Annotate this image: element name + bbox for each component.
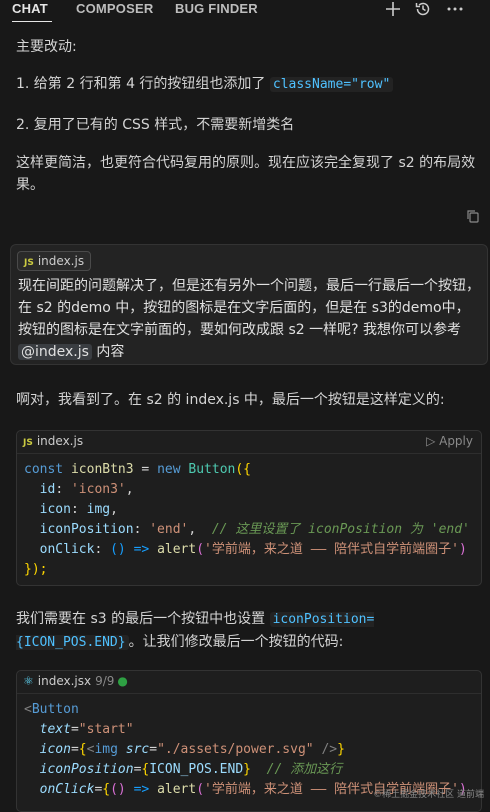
tab-chat[interactable]: CHAT [12,1,48,16]
js-file-icon: JS [24,258,34,268]
reply-paragraph: 啊对，我看到了。在 s2 的 index.js 中，最后一个按钮是这样定义的: [16,392,445,408]
user-text-body: 现在间距的问题解决了，但是还有另外一个问题，最后一行最后一个按钮，在 s2 的d… [18,278,480,338]
code-token: new [157,462,181,477]
code-token: icon [39,742,71,757]
active-tab-indicator [12,21,52,22]
inline-code-classname: className="row" [269,77,394,92]
code-token: '学前端，来之道 —— 陪伴式自学前端圈子' [204,542,460,557]
code-token: Button [31,702,79,717]
summary-heading: 主要改动: [16,39,77,55]
plus-icon[interactable] [384,0,402,18]
code-token: onClick [39,542,95,557]
code-block-filename: ⚛ index.jsx 9/9 ● [23,674,128,688]
code-token: }); [24,562,48,577]
user-message[interactable]: JS index.js 现在间距的问题解决了，但是还有另外一个问题，最后一行最后一… [10,244,488,365]
more-icon[interactable] [446,0,464,18]
code-token: const [24,462,64,477]
code-token: alert [157,542,197,557]
instruction-paragraph: 我们需要在 s3 的最后一个按钮中也设置 iconPosition={ICON_… [16,608,478,654]
tab-composer[interactable]: COMPOSER [76,1,153,16]
apply-button[interactable]: ▷ Apply [426,434,473,448]
code-token: src [125,742,150,757]
code-content: const iconBtn3 = new Button({ id: 'icon3… [24,462,470,577]
filename-label: index.jsx [37,674,92,688]
code-token: Button [188,462,236,477]
code-token: 'end' [149,522,189,537]
history-icon[interactable] [414,0,432,18]
code-token: icon [39,502,71,517]
filename-label: index.js [36,434,84,448]
code-token: alert [157,782,197,797]
code-token: "start" [78,722,134,737]
code-token: ICON_POS.END [149,762,244,777]
file-context-chip[interactable]: JS index.js [17,251,92,271]
user-message-text: 现在间距的问题解决了，但是还有另外一个问题，最后一行最后一个按钮，在 s2 的d… [18,275,480,363]
code-token: text [39,722,71,737]
code-token: iconBtn3 [70,462,134,477]
user-text-tail: 内容 [91,344,125,360]
change-item-1: 1. 给第 2 行和第 4 行的按钮组也添加了 className="row" [16,73,478,96]
code-token: id [39,482,56,497]
code-block-filename: JS index.js [23,434,83,448]
code-token: iconPosition [39,522,134,537]
tab-bug-finder[interactable]: BUG FINDER [175,1,258,16]
code-block-header: JS index.js ▷ Apply [17,431,481,454]
panel-tab-bar: CHAT COMPOSER BUG FINDER [0,0,490,22]
code-block-index-js: JS index.js ▷ Apply const iconBtn3 = new … [16,430,482,586]
code-token: img [86,502,111,517]
play-icon: ▷ [426,434,440,448]
change-item-2: 2. 复用了已有的 CSS 样式，不需要新增类名 [16,117,295,133]
code-token: () => [110,542,150,557]
code-block-header: ⚛ index.jsx 9/9 ● [17,671,481,694]
copy-icon[interactable] [466,209,480,223]
code-token: iconPosition [39,762,134,777]
instruction-text: 我们需要在 s3 的最后一个按钮中也设置 [16,611,270,627]
code-token: 'icon3' [70,482,126,497]
change-count: 9/9 [95,674,115,688]
file-mention[interactable]: @index.js [18,344,92,360]
instruction-text-tail: 。让我们修改最后一个按钮的代码: [128,634,344,650]
code-token: onClick [39,782,95,797]
modified-dot: ● [117,674,128,688]
file-chip-label: index.js [37,254,85,268]
code-token: "./assets/power.svg" [157,742,314,757]
conclusion-paragraph: 这样更简洁，也更符合代码复用的原则。现在应该完全复现了 s2 的布局效果。 [16,155,476,193]
react-icon: ⚛ [23,674,34,688]
code-token: = [133,462,158,477]
js-file-icon: JS [23,438,33,448]
code-token: ({ [235,462,252,477]
watermark: ©稀土掘金技术社区 道前端 [373,790,484,800]
change-item-1-text: 1. 给第 2 行和第 4 行的按钮组也添加了 [16,76,270,92]
code-comment: // 这里设置了 iconPosition 为 'end' [211,522,470,537]
apply-label: Apply [439,434,473,448]
code-comment: // 添加这行 [266,762,343,777]
code-token: img [94,742,118,757]
